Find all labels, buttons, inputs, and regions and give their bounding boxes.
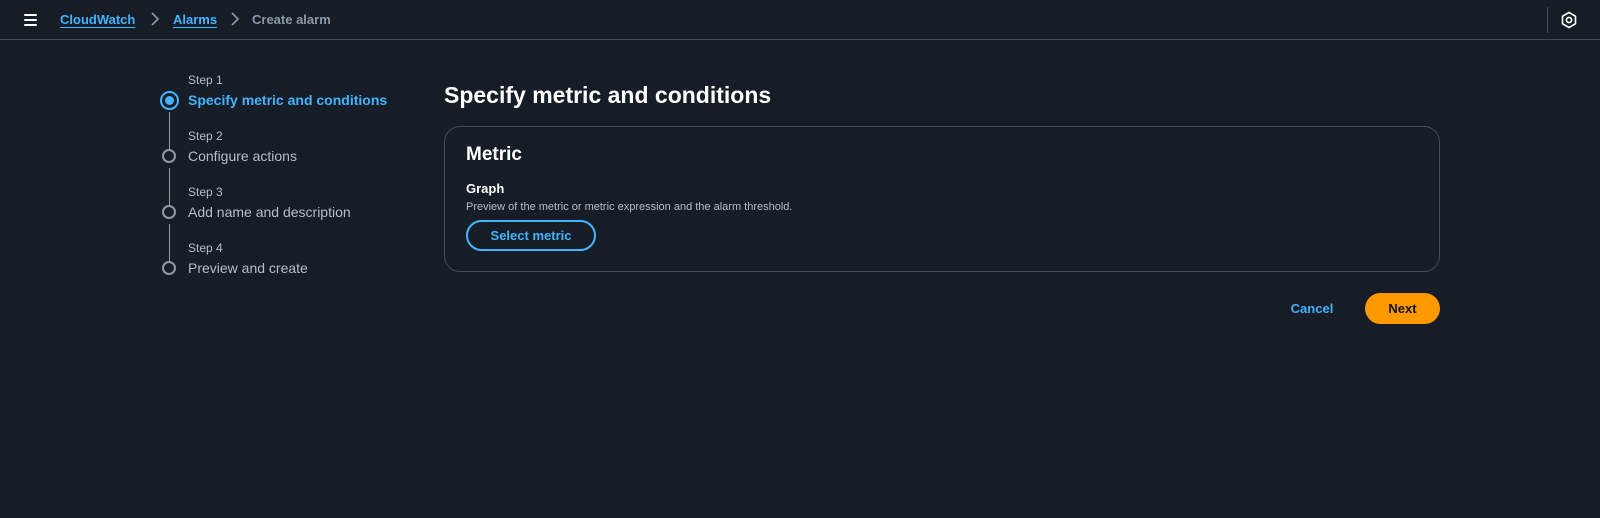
graph-description: Preview of the metric or metric expressi… [466,201,793,213]
step-4-number: Step 4 [188,241,223,255]
step-3-number: Step 3 [188,185,223,199]
wizard-steps-nav: Step 1 Specify metric and conditions Ste… [158,70,418,280]
step-1-active-indicator-icon [160,91,179,110]
step-3-indicator-icon [162,205,176,219]
step-4-indicator-icon [162,261,176,275]
chevron-right-icon [231,12,240,26]
step-2-indicator-icon [162,149,176,163]
step-connector [169,168,170,208]
page-title: Specify metric and conditions [444,82,772,108]
topbar-divider [1547,7,1548,33]
next-button[interactable]: Next [1365,293,1440,324]
graph-label: Graph [466,181,505,196]
cancel-button[interactable]: Cancel [1280,292,1344,324]
hamburger-menu-icon[interactable] [22,12,40,28]
step-4-title: Preview and create [188,260,308,276]
breadcrumb-cloudwatch[interactable]: CloudWatch [60,12,135,28]
settings-hexagon-icon[interactable] [1560,11,1578,29]
breadcrumb-alarms[interactable]: Alarms [173,12,217,28]
chevron-right-icon [151,12,160,26]
select-metric-button[interactable]: Select metric [466,220,596,251]
step-2-number: Step 2 [188,129,223,143]
metric-container: Metric Graph Preview of the metric or me… [444,126,1440,272]
metric-card-title: Metric [466,144,522,165]
step-2-title: Configure actions [188,148,297,164]
step-1-title[interactable]: Specify metric and conditions [188,91,387,109]
step-connector [169,224,170,264]
step-1-number: Step 1 [188,73,223,87]
top-navigation-bar: CloudWatch Alarms Create alarm [0,0,1600,40]
breadcrumb-create-alarm: Create alarm [252,12,331,27]
step-connector [169,112,170,152]
step-3-title: Add name and description [188,204,351,220]
